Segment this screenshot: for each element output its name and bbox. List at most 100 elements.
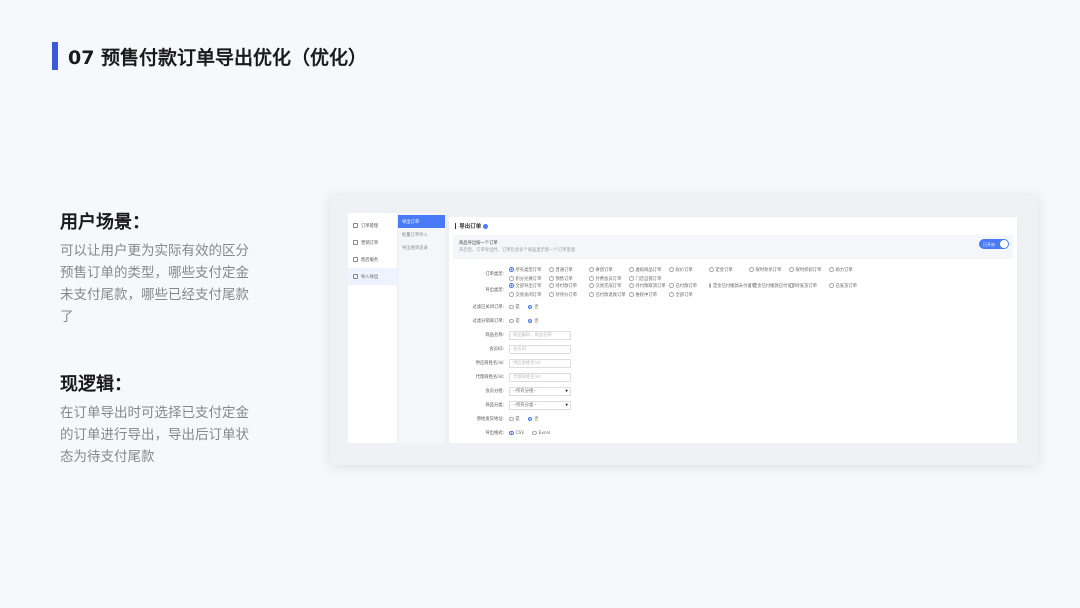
radio-label: 砍价订单 (675, 267, 693, 273)
radio-icon (509, 267, 514, 272)
radio-label: CSV (515, 430, 525, 436)
select-dropdown[interactable]: --所有分类-- ▼ (509, 400, 571, 410)
field-radio-option[interactable]: 是 (509, 416, 520, 422)
order-type-option[interactable]: 预售订单 (549, 276, 589, 282)
chevron-down-icon: ▼ (565, 403, 568, 407)
field-radio-option[interactable]: 否 (527, 318, 539, 324)
order-type-option[interactable]: 付费会员订单 (589, 276, 629, 282)
radio-label: 否 (534, 417, 539, 422)
field-row: 会员分组: --所有分组-- ▼ (449, 386, 1017, 396)
subnav-export-records[interactable]: 导出查询记录 (398, 241, 445, 254)
export-type-option[interactable]: 全部导出订单 (509, 283, 549, 289)
text-input[interactable]: 商品编码、商品名称 (509, 330, 571, 340)
radio-icon (669, 267, 674, 272)
field-label: 会员ID: (489, 347, 504, 352)
radio-label: 交易完成订单 (595, 283, 622, 289)
radio-icon (589, 283, 594, 288)
radio-label: 否 (534, 319, 539, 324)
export-type-option[interactable]: 已付款退款订单 (589, 292, 629, 298)
radio-label: 是 (515, 305, 520, 310)
radio-icon (749, 283, 751, 288)
export-type-option[interactable]: 待付款取消订单 (629, 283, 669, 289)
radio-label: 待发货订单 (795, 283, 817, 289)
field-radio-option[interactable]: Excel (532, 431, 550, 436)
radio-icon (749, 267, 754, 272)
import-export-icon (353, 274, 358, 279)
sidebar-item-orders[interactable]: 订单管理 (348, 217, 397, 234)
radio-icon (589, 292, 594, 297)
text-input[interactable]: 代理商姓名/id (509, 372, 571, 382)
order-type-option[interactable]: 限时折扣订单 (789, 267, 829, 273)
field-row: 过滤已关闭订单: 是否 (449, 302, 1017, 312)
order-type-option[interactable]: 积分兑换订单 (509, 276, 549, 282)
select-dropdown[interactable]: --所有分组-- ▼ (509, 386, 571, 396)
radio-label: 否 (534, 305, 539, 310)
order-type-option[interactable]: 定金订单 (709, 267, 749, 273)
order-type-option[interactable]: 虚拟商品订单 (629, 267, 669, 273)
field-control: 商品编码、商品名称 (509, 330, 571, 340)
order-type-option[interactable]: 拼团订单 (589, 267, 629, 273)
select-value: --所有分类-- (513, 403, 537, 408)
order-type-row: 订单类型: 所有类型订单 普通订单 拼团订单 虚拟商品订单 砍价订单 定金订单 限时秒杀订单 限… (449, 267, 1017, 282)
field-radio-option[interactable]: CSV (509, 431, 524, 436)
sidebar-item-import-export[interactable]: 导入导出 (348, 268, 397, 285)
sidebar-item-marketing[interactable]: 营销订单 (348, 234, 397, 251)
slide-title-text: 07 预售付款订单导出优化（优化） (68, 46, 368, 69)
subnav-export-orders[interactable]: 导出订单 (398, 215, 445, 228)
field-radio-option[interactable]: 否 (527, 416, 539, 422)
field-radio-option[interactable]: 是 (509, 304, 520, 310)
export-type-option[interactable]: 定金已付尾款未付订单 (709, 283, 756, 289)
export-type-option[interactable]: 待评价订单 (549, 292, 589, 298)
merge-toggle[interactable]: 已开启 (979, 239, 1009, 249)
export-form: 订单类型: 所有类型订单 普通订单 拼团订单 虚拟商品订单 砍价订单 定金订单 限时秒杀订单 限… (449, 265, 1017, 443)
field-radio-option[interactable]: 否 (527, 304, 539, 310)
sidebar-item-label: 导入导出 (361, 274, 379, 280)
sidebar-item-service[interactable]: 售后服务 (348, 251, 397, 268)
radio-label: 全部导出订单 (515, 283, 542, 289)
user-scenario-section: 用户场景： 可以让用户更为实际有效的区分预售订单的类型，哪些支付定金未支付尾款，… (60, 208, 250, 328)
radio-label: 交易关闭订单 (515, 292, 542, 298)
banner-description: 开启后，订单导出时，订单包含多个商品显示到一个订单里面 (459, 248, 576, 253)
sidebar-item-label: 售后服务 (361, 257, 379, 263)
export-type-option[interactable]: 交易关闭订单 (509, 292, 549, 298)
title-accent-bar (52, 42, 58, 70)
export-type-option[interactable]: 交易完成订单 (589, 283, 629, 289)
radio-label: 拼团订单 (595, 267, 613, 273)
field-control: 是否 (509, 318, 547, 324)
text-input[interactable]: 会员ID (509, 344, 571, 354)
order-type-label: 订单类型: (485, 272, 504, 277)
secondary-sidebar: 导出订单 批量订单导入 导出查询记录 (398, 213, 445, 443)
order-type-option[interactable]: 所有类型订单 (509, 267, 549, 273)
order-type-option[interactable]: 门店自提订单 (629, 276, 669, 282)
order-type-option[interactable]: 砍价订单 (669, 267, 709, 273)
text-input[interactable]: 供应商姓名/id (509, 358, 571, 368)
export-type-option[interactable]: 定金已付尾款已付订单 (749, 283, 796, 289)
order-type-option[interactable]: 助力订单 (829, 267, 869, 273)
order-type-options: 所有类型订单 普通订单 拼团订单 虚拟商品订单 砍价订单 定金订单 限时秒杀订单 限时折扣订单… (509, 267, 869, 282)
radio-icon (629, 267, 634, 272)
field-row: 原始发货地址: 是否 (449, 414, 1017, 424)
export-type-option[interactable]: 维权中订单 (629, 292, 669, 298)
help-icon[interactable] (483, 223, 489, 229)
field-radio-option[interactable]: 是 (509, 318, 520, 324)
field-label: 商品分类: (485, 403, 504, 408)
export-type-option[interactable]: 待付款订单 (549, 283, 589, 289)
field-row: 会员ID: 会员ID (449, 344, 1017, 354)
select-value: --所有分组-- (513, 389, 537, 394)
export-type-option[interactable]: 已发货订单 (829, 283, 869, 289)
export-type-option[interactable]: 全部订单 (669, 292, 709, 298)
field-row: 商品分类: --所有分类-- ▼ (449, 400, 1017, 410)
export-type-option[interactable]: 待发货订单 (789, 283, 829, 289)
primary-sidebar: 订单管理 营销订单 售后服务 导入导出 (348, 213, 398, 443)
export-type-option[interactable]: 已付款订单 (669, 283, 709, 289)
toggle-knob (1000, 240, 1008, 248)
subnav-batch-import[interactable]: 批量订单导入 (398, 228, 445, 241)
order-type-option[interactable]: 限时秒杀订单 (749, 267, 789, 273)
radio-icon (509, 318, 514, 324)
field-label: 导出格式: (485, 431, 504, 436)
radio-icon (509, 430, 514, 436)
radio-icon (549, 267, 554, 272)
radio-label: 普通订单 (555, 267, 573, 273)
radio-icon (509, 283, 514, 288)
order-type-option[interactable]: 普通订单 (549, 267, 589, 273)
